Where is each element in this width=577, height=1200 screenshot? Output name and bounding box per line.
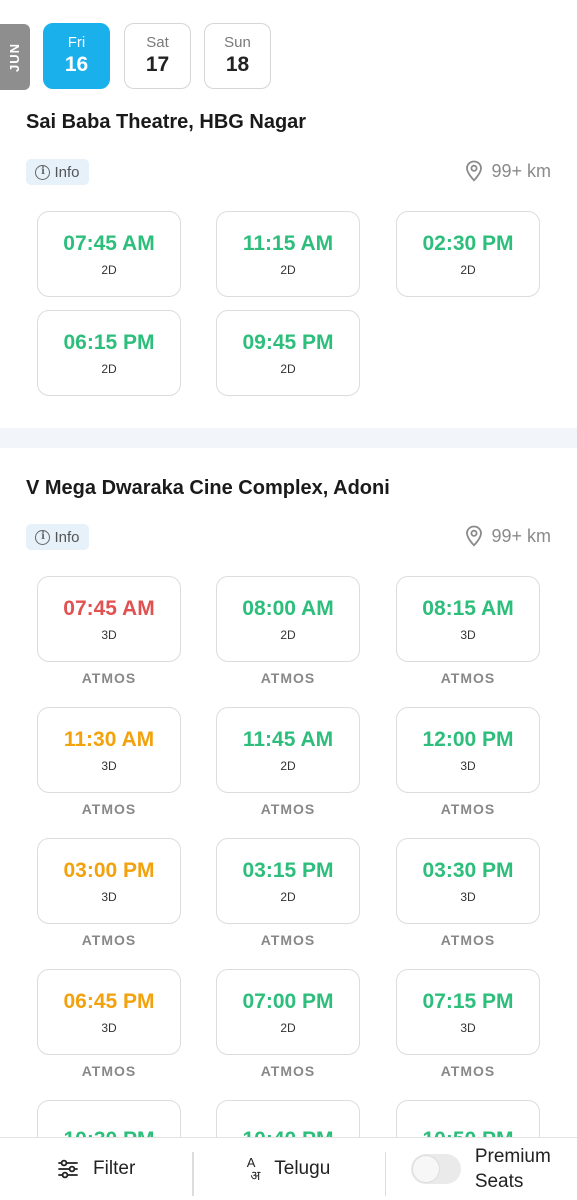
premium-label: Premium Seats: [475, 1144, 551, 1194]
location-pin-icon: [466, 525, 483, 547]
showtime-time: 03:00 PM: [63, 859, 155, 882]
showtime-slot[interactable]: 08:00 AM 2D: [216, 576, 360, 662]
filter-label: Filter: [93, 1158, 136, 1179]
showtime-time: 11:45 AM: [242, 728, 334, 751]
bottom-action-bar: Filter A अ Telugu Premium Seats: [0, 1137, 577, 1200]
showtime-slot[interactable]: 06:45 PM 3D: [37, 969, 181, 1055]
info-icon: i: [35, 529, 51, 545]
showtime-format: 3D: [101, 759, 117, 773]
showtime-format: 2D: [280, 1021, 296, 1035]
showtime-time: 03:15 PM: [242, 859, 334, 882]
theatre-card: V Mega Dwaraka Cine Complex, Adoni i Inf…: [0, 0, 577, 1186]
showtime-slot[interactable]: 03:30 PM 3D: [396, 838, 540, 924]
showtime-time: 03:30 PM: [422, 859, 514, 882]
toggle-switch[interactable]: [410, 1154, 461, 1184]
sound-format-tag: ATMOS: [81, 670, 137, 686]
sound-format-tag: ATMOS: [260, 932, 316, 948]
info-button[interactable]: i Info: [26, 524, 89, 550]
showtime-time: 11:30 AM: [63, 728, 155, 751]
showtimes-screen: JUN Fri 16 Sat 17 Sun 18 Sai Baba Theatr…: [0, 0, 577, 1200]
showtime-slot[interactable]: 07:45 AM 3D: [37, 576, 181, 662]
language-button[interactable]: A अ Telugu: [192, 1138, 384, 1200]
sound-format-tag: ATMOS: [440, 801, 496, 817]
filter-sliders-icon: [58, 1159, 78, 1179]
premium-label-line2: Seats: [474, 1171, 524, 1192]
showtime-time: 12:00 PM: [422, 728, 514, 751]
showtime-time: 08:15 AM: [422, 597, 514, 620]
sound-format-tag: ATMOS: [260, 1063, 316, 1079]
sound-format-tag: ATMOS: [81, 1063, 137, 1079]
showtime-format: 3D: [460, 759, 476, 773]
showtime-slot[interactable]: 03:15 PM 2D: [216, 838, 360, 924]
showtime-format: 2D: [280, 759, 296, 773]
showtime-format: 3D: [460, 1021, 476, 1035]
showtime-time: 07:45 AM: [63, 597, 155, 620]
showtime-format: 3D: [101, 1021, 117, 1035]
showtime-format: 3D: [460, 628, 476, 642]
showtime-time: 06:45 PM: [63, 990, 155, 1013]
sound-format-tag: ATMOS: [440, 932, 496, 948]
language-label: Telugu: [274, 1158, 331, 1179]
showtime-slot[interactable]: 07:00 PM 2D: [216, 969, 360, 1055]
showtime-slot[interactable]: 08:15 AM 3D: [396, 576, 540, 662]
premium-seats-toggle[interactable]: Premium Seats: [384, 1138, 577, 1200]
showtime-format: 3D: [101, 628, 117, 642]
sound-format-tag: ATMOS: [440, 670, 496, 686]
showtime-format: 2D: [280, 628, 296, 642]
distance: 99+ km: [465, 525, 551, 547]
premium-label-line1: Premium: [474, 1146, 551, 1167]
sound-format-tag: ATMOS: [81, 801, 137, 817]
showtime-slot[interactable]: 12:00 PM 3D: [396, 707, 540, 793]
theatre-name[interactable]: V Mega Dwaraka Cine Complex, Adoni: [26, 477, 390, 500]
sound-format-tag: ATMOS: [260, 670, 316, 686]
showtime-time: 08:00 AM: [242, 597, 334, 620]
showtime-format: 3D: [460, 890, 476, 904]
showtime-time: 07:00 PM: [242, 990, 334, 1013]
showtime-time: 07:15 PM: [422, 990, 514, 1013]
language-icon: A अ: [246, 1155, 261, 1183]
showtime-slot[interactable]: 11:30 AM 3D: [37, 707, 181, 793]
sound-format-tag: ATMOS: [81, 932, 137, 948]
distance-value: 99+ km: [491, 525, 551, 546]
showtime-format: 2D: [280, 890, 296, 904]
showtime-slot[interactable]: 03:00 PM 3D: [37, 838, 181, 924]
showtime-format: 3D: [101, 890, 117, 904]
showtime-slot[interactable]: 11:45 AM 2D: [216, 707, 360, 793]
info-label: Info: [54, 528, 80, 546]
sound-format-tag: ATMOS: [260, 801, 316, 817]
filter-button[interactable]: Filter: [0, 1138, 192, 1200]
showtime-slot[interactable]: 07:15 PM 3D: [396, 969, 540, 1055]
sound-format-tag: ATMOS: [440, 1063, 496, 1079]
